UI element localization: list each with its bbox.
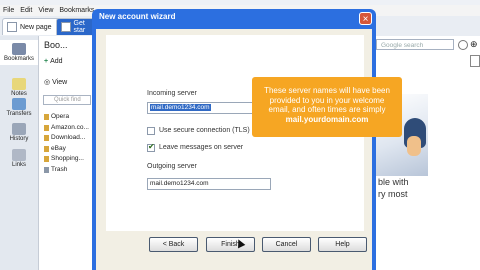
bookmarks-icon xyxy=(12,43,26,55)
outgoing-server-label: Outgoing server xyxy=(147,163,197,170)
leave-messages-checkbox[interactable] xyxy=(147,142,155,152)
page-icon xyxy=(7,22,17,32)
new-account-wizard-dialog: New account wizard × Incoming server mai… xyxy=(92,9,376,270)
back-button[interactable]: < Back xyxy=(149,237,198,252)
folder-icon xyxy=(44,124,49,131)
help-button[interactable]: Help xyxy=(318,237,367,252)
panel-bookmarks[interactable]: Bookmarks xyxy=(0,40,38,65)
bookmark-label: eBay xyxy=(51,144,66,152)
quick-find-input[interactable]: Quick find xyxy=(43,95,91,105)
view-icon: ◎ xyxy=(44,79,51,86)
dialog-title: New account wizard xyxy=(99,12,176,21)
outgoing-server-input[interactable]: mail.demo1234.com xyxy=(147,178,271,190)
google-search-input[interactable]: Google search xyxy=(376,39,454,50)
panel-title: Boo... xyxy=(44,40,68,50)
panel-label: Links xyxy=(11,162,26,168)
bookmark-label: Opera xyxy=(51,113,70,120)
panel-label: History xyxy=(9,136,29,142)
bookmark-item[interactable]: Download... xyxy=(44,133,89,144)
view-button[interactable]: ◎ View xyxy=(44,78,68,87)
panel-transfers[interactable]: Transfers xyxy=(0,98,38,117)
incoming-server-value: mail.demo1234.com xyxy=(150,104,211,111)
panel-selector: Bookmarks Notes Transfers History Links xyxy=(0,36,39,270)
page-content: Google search ⊕ ble with ry most xyxy=(376,36,480,270)
add-icon: + xyxy=(44,58,49,65)
bookmark-item[interactable]: Opera xyxy=(44,112,89,123)
bookmark-item[interactable]: Shopping... xyxy=(44,154,89,165)
dialog-body: Incoming server mail.demo1234.com Use se… xyxy=(96,29,372,270)
callout-line: email, and often times are simply xyxy=(268,105,386,114)
view-label: View xyxy=(52,78,68,86)
trash-icon xyxy=(44,166,49,173)
zoom-icon[interactable]: ⊕ xyxy=(470,39,478,50)
tab-label: New page xyxy=(20,23,52,31)
history-icon xyxy=(12,123,26,135)
secure-connection-label: Use secure connection (TLS) xyxy=(159,127,250,134)
folder-icon xyxy=(44,135,49,142)
panel-history[interactable]: History xyxy=(0,123,38,142)
page-text-1: ble with xyxy=(378,177,409,187)
menu-edit[interactable]: Edit xyxy=(17,5,35,16)
panel-label: Notes xyxy=(11,91,27,97)
folder-icon xyxy=(44,156,49,163)
finish-button[interactable]: Finish xyxy=(206,237,255,252)
callout-domain: mail.yourdomain.com xyxy=(285,114,369,124)
browser-window: File Edit View Bookmarks New page Get st… xyxy=(0,0,480,270)
bookmark-label: Trash xyxy=(51,165,68,173)
menu-view[interactable]: View xyxy=(35,5,56,16)
tab-new-page[interactable]: New page xyxy=(2,18,62,35)
bookmark-item[interactable]: Amazon.co... xyxy=(44,123,89,134)
folder-icon xyxy=(44,114,49,121)
bookmark-tree: Opera Amazon.co... Download... eBay Shop… xyxy=(44,112,89,175)
leave-messages-label: Leave messages on server xyxy=(159,144,244,151)
menu-file[interactable]: File xyxy=(0,5,17,16)
page-text-2: ry most xyxy=(378,189,408,199)
bookmark-label: Amazon.co... xyxy=(51,123,89,131)
links-icon xyxy=(12,149,26,161)
add-button[interactable]: + Add xyxy=(44,58,63,65)
callout-line: These server names will have been xyxy=(264,86,390,95)
bookmarks-panel: Boo... + Add ◎ View Quick find Opera Ama… xyxy=(39,36,95,270)
folder-icon xyxy=(44,145,49,152)
bookmark-label: Shopping... xyxy=(51,155,84,162)
cancel-button[interactable]: Cancel xyxy=(262,237,311,252)
panel-links[interactable]: Links xyxy=(0,149,38,168)
close-icon[interactable]: × xyxy=(359,12,372,25)
panel-label: Bookmarks xyxy=(3,56,34,62)
notes-icon xyxy=(12,78,26,90)
tip-callout: These server names will have been provid… xyxy=(252,77,402,137)
secure-connection-checkbox[interactable] xyxy=(147,127,155,135)
search-options-icon[interactable] xyxy=(458,40,468,50)
bookmark-item[interactable]: Trash xyxy=(44,165,89,176)
panel-label: Transfers xyxy=(6,111,32,117)
transfers-icon xyxy=(12,98,26,110)
bookmark-item[interactable]: eBay xyxy=(44,144,89,155)
incoming-server-label: Incoming server xyxy=(147,90,197,97)
bookmark-label: Download... xyxy=(51,134,86,141)
page-icon xyxy=(470,55,480,67)
callout-line: provided to you in your welcome xyxy=(269,95,385,105)
panel-notes[interactable]: Notes xyxy=(0,78,38,97)
add-label: Add xyxy=(50,58,63,65)
page-icon xyxy=(61,22,71,32)
